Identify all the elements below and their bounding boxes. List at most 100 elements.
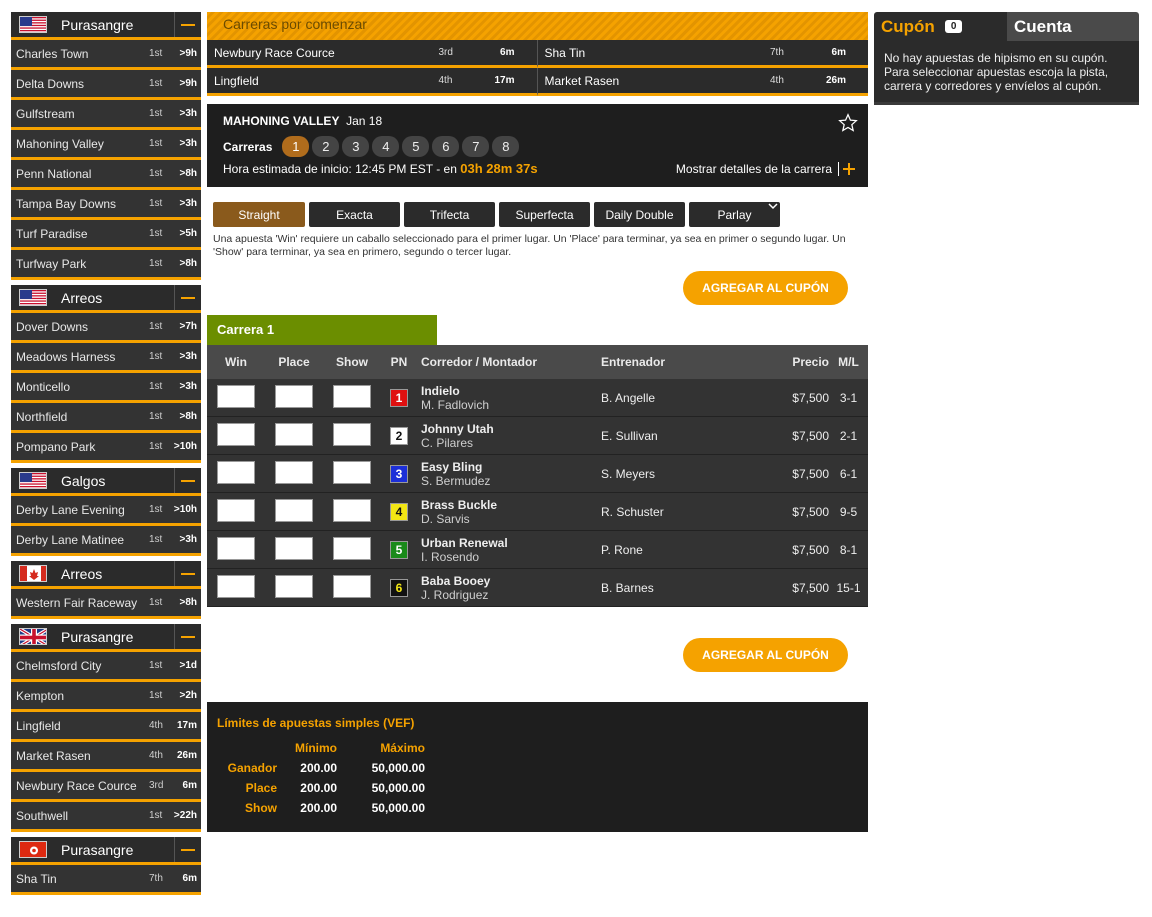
bet-type-tab[interactable]: Superfecta: [499, 202, 590, 227]
sidebar-track-item[interactable]: Lingfield 4th 17m: [11, 712, 201, 742]
show-checkbox[interactable]: [333, 498, 371, 522]
upcoming-race-name: Market Rasen: [544, 73, 620, 88]
sidebar-track-item[interactable]: Turfway Park 1st >8h: [11, 250, 201, 280]
sidebar-track-item[interactable]: Delta Downs 1st >9h: [11, 70, 201, 100]
sport-group-header[interactable]: Arreos: [11, 285, 201, 313]
race-number-button[interactable]: 2: [312, 136, 340, 157]
show-cell: [323, 498, 381, 525]
collapse-icon[interactable]: [174, 561, 201, 586]
race-number-button[interactable]: 3: [342, 136, 370, 157]
race-number-button[interactable]: 7: [462, 136, 490, 157]
add-to-coupon-button-bottom[interactable]: AGREGAR AL CUPÓN: [683, 638, 848, 672]
place-checkbox[interactable]: [275, 460, 313, 484]
place-checkbox[interactable]: [275, 574, 313, 598]
runner-cell: Baba Booey J. Rodriguez: [417, 574, 601, 602]
track-time: >8h: [179, 168, 197, 179]
table-row: 6 Baba Booey J. Rodriguez B. Barnes $7,5…: [207, 569, 868, 607]
sport-group-title: Purasangre: [61, 16, 134, 33]
sidebar-track-item[interactable]: Newbury Race Cource 3rd 6m: [11, 772, 201, 802]
upcoming-race-item[interactable]: Sha Tin 7th 6m: [537, 40, 868, 68]
show-checkbox[interactable]: [333, 574, 371, 598]
sidebar-track-item[interactable]: Dover Downs 1st >7h: [11, 313, 201, 343]
upcoming-race-item[interactable]: Newbury Race Cource 3rd 6m: [207, 40, 538, 68]
track-time: >1d: [179, 660, 197, 671]
star-icon[interactable]: [838, 113, 858, 133]
page: Purasangre Charles Town 1st >9h Delta Do…: [0, 0, 1152, 917]
bet-type-tab[interactable]: Straight: [213, 202, 305, 227]
collapse-icon[interactable]: [174, 468, 201, 493]
place-checkbox[interactable]: [275, 384, 313, 408]
win-checkbox[interactable]: [217, 384, 255, 408]
tab-coupon[interactable]: Cupón 0: [874, 12, 1007, 41]
win-checkbox[interactable]: [217, 536, 255, 560]
collapse-icon[interactable]: [174, 624, 201, 649]
trainer-name: B. Barnes: [601, 580, 654, 595]
place-checkbox[interactable]: [275, 498, 313, 522]
trainer-name: R. Schuster: [601, 504, 664, 519]
race-number-button[interactable]: 5: [402, 136, 430, 157]
canada-flag-icon: [19, 565, 47, 582]
show-race-details-link[interactable]: Mostrar detalles de la carrera: [676, 161, 855, 176]
sport-group-header[interactable]: Arreos: [11, 561, 201, 589]
track-race: 1st: [149, 690, 163, 701]
limit-max: 50,000.00: [371, 781, 425, 795]
win-checkbox[interactable]: [217, 574, 255, 598]
add-to-coupon-button-top[interactable]: AGREGAR AL CUPÓN: [683, 271, 848, 305]
sidebar-track-item[interactable]: Northfield 1st >8h: [11, 403, 201, 433]
sidebar-track-item[interactable]: Southwell 1st >22h: [11, 802, 201, 832]
morning-line: 6-1: [839, 466, 858, 481]
bet-type-tab[interactable]: Exacta: [309, 202, 400, 227]
track-time: >9h: [179, 48, 197, 59]
track-name: Meadows Harness: [16, 349, 116, 364]
tab-account[interactable]: Cuenta: [1007, 12, 1139, 41]
sidebar-track-item[interactable]: Sha Tin 7th 6m: [11, 865, 201, 895]
upcoming-race-item[interactable]: Lingfield 4th 17m: [207, 68, 538, 96]
collapse-icon[interactable]: [174, 12, 201, 37]
sidebar-track-item[interactable]: Gulfstream 1st >3h: [11, 100, 201, 130]
sidebar-track-item[interactable]: Charles Town 1st >9h: [11, 40, 201, 70]
sidebar-track-item[interactable]: Chelmsford City 1st >1d: [11, 652, 201, 682]
sidebar-track-item[interactable]: Meadows Harness 1st >3h: [11, 343, 201, 373]
show-checkbox[interactable]: [333, 384, 371, 408]
sidebar-track-item[interactable]: Pompano Park 1st >10h: [11, 433, 201, 463]
sidebar-track-item[interactable]: Penn National 1st >8h: [11, 160, 201, 190]
bet-type-tab[interactable]: Parlay: [689, 202, 780, 227]
race-number-button[interactable]: 4: [372, 136, 400, 157]
race-header: MAHONING VALLEY Jan 18 Carreras 12345678…: [207, 104, 868, 187]
track-time: >3h: [179, 138, 197, 149]
sidebar-track-item[interactable]: Monticello 1st >3h: [11, 373, 201, 403]
show-checkbox[interactable]: [333, 422, 371, 446]
bet-type-tab[interactable]: Daily Double: [594, 202, 685, 227]
sidebar-track-item[interactable]: Derby Lane Evening 1st >10h: [11, 496, 201, 526]
sidebar-track-item[interactable]: Turf Paradise 1st >5h: [11, 220, 201, 250]
track-race: 1st: [149, 78, 163, 89]
win-checkbox[interactable]: [217, 498, 255, 522]
sport-group-header[interactable]: Purasangre: [11, 624, 201, 652]
win-cell: [207, 460, 265, 487]
race-number-button[interactable]: 8: [492, 136, 520, 157]
sidebar-track-item[interactable]: Tampa Bay Downs 1st >3h: [11, 190, 201, 220]
sidebar-track-item[interactable]: Derby Lane Matinee 1st >3h: [11, 526, 201, 556]
sport-group-title: Arreos: [61, 289, 103, 306]
sidebar-track-item[interactable]: Kempton 1st >2h: [11, 682, 201, 712]
place-checkbox[interactable]: [275, 422, 313, 446]
bet-type-tab[interactable]: Trifecta: [404, 202, 495, 227]
sport-group-header[interactable]: Purasangre: [11, 837, 201, 865]
show-checkbox[interactable]: [333, 536, 371, 560]
sidebar-track-item[interactable]: Market Rasen 4th 26m: [11, 742, 201, 772]
track-name: Western Fair Raceway: [16, 595, 138, 610]
sidebar-track-item[interactable]: Western Fair Raceway 1st >8h: [11, 589, 201, 619]
sport-group-header[interactable]: Galgos: [11, 468, 201, 496]
collapse-icon[interactable]: [174, 285, 201, 310]
sport-group-header[interactable]: Purasangre: [11, 12, 201, 40]
win-checkbox[interactable]: [217, 422, 255, 446]
race-number-button[interactable]: 1: [282, 136, 310, 157]
sidebar-track-item[interactable]: Mahoning Valley 1st >3h: [11, 130, 201, 160]
show-checkbox[interactable]: [333, 460, 371, 484]
race-number-button[interactable]: 6: [432, 136, 460, 157]
place-checkbox[interactable]: [275, 536, 313, 560]
upcoming-race-item[interactable]: Market Rasen 4th 26m: [537, 68, 868, 96]
collapse-icon[interactable]: [174, 837, 201, 862]
win-checkbox[interactable]: [217, 460, 255, 484]
limit-max: 50,000.00: [371, 801, 425, 815]
